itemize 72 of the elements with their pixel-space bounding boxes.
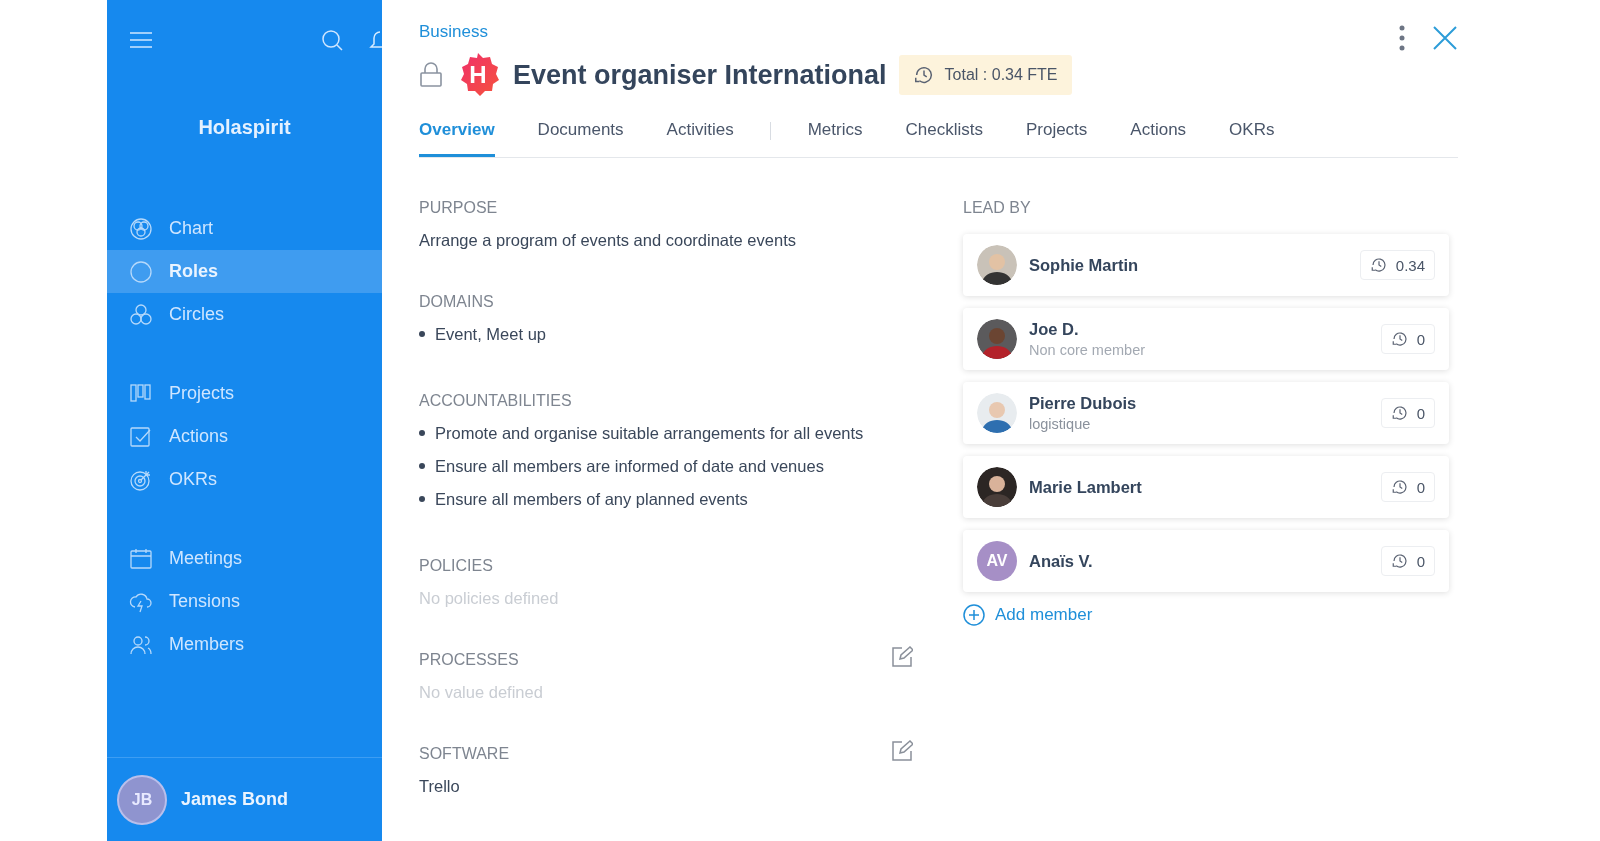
tab[interactable]: Activities — [666, 110, 734, 157]
role-title: Event organiser International — [513, 59, 887, 91]
bullet-icon — [419, 496, 425, 502]
fte-total: Total : 0.34 FTE — [944, 66, 1058, 84]
clock-icon — [1369, 256, 1388, 274]
fte-value: 0 — [1416, 552, 1425, 570]
fte-chip[interactable]: 0 — [1380, 324, 1435, 354]
clock-icon — [1390, 330, 1409, 348]
member-role: logistique — [1029, 416, 1092, 432]
member-card[interactable]: Marie Lambert 0 — [963, 456, 1449, 518]
circle-icon — [129, 259, 153, 284]
chart-icon — [129, 216, 153, 241]
section-heading: ACCOUNTABILITIES — [419, 391, 572, 411]
edit-icon[interactable] — [891, 646, 913, 668]
checkbox-icon — [129, 424, 153, 449]
bullet-icon — [419, 331, 425, 337]
search-icon[interactable] — [320, 28, 344, 52]
section-heading: PROCESSES — [419, 650, 519, 670]
section-text: Arrange a program of events and coordinate events — [419, 230, 797, 251]
initials-avatar: AV — [977, 541, 1017, 581]
brand-name: Holaspirit — [197, 116, 292, 139]
clock-icon — [1390, 478, 1409, 496]
calendar-icon — [129, 546, 153, 571]
member-name: Anaïs V. — [1029, 551, 1093, 571]
member-name: Joe D. — [1029, 320, 1080, 339]
list-item: Event, Meet up — [435, 324, 546, 345]
edit-icon[interactable] — [891, 740, 913, 762]
section-heading: POLICIES — [419, 556, 493, 576]
tab[interactable]: Overview — [419, 110, 495, 157]
list-item: Ensure all members of any planned events — [435, 489, 748, 510]
section-heading: DOMAINS — [419, 292, 494, 312]
section-heading: PURPOSE — [419, 198, 498, 218]
fte-chip[interactable]: 0 — [1380, 472, 1435, 502]
member-card[interactable]: Joe D. Non core member 0 — [963, 308, 1449, 370]
tab[interactable]: Metrics — [807, 110, 863, 157]
more-icon[interactable] — [1398, 24, 1406, 52]
breadcrumb-link[interactable]: Business — [419, 22, 488, 42]
section-heading: LEAD BY — [963, 198, 1031, 218]
clock-icon — [912, 64, 935, 86]
tab[interactable]: OKRs — [1229, 110, 1275, 157]
member-name: Pierre Dubois — [1029, 394, 1137, 413]
close-icon[interactable] — [1432, 25, 1458, 51]
member-name: Sophie Martin — [1029, 255, 1139, 275]
lock-icon — [419, 62, 443, 88]
member-card[interactable]: Sophie Martin 0.34 — [963, 234, 1449, 296]
fte-chip[interactable]: 0.34 — [1359, 250, 1435, 280]
member-card[interactable]: Pierre Dubois logistique 0 — [963, 382, 1449, 444]
add-member-button[interactable]: Add member — [963, 604, 1093, 626]
user-name: James Bond — [181, 789, 289, 810]
tab[interactable]: Actions — [1130, 110, 1187, 157]
section-text: Trello — [419, 776, 461, 797]
fte-chip[interactable]: 0 — [1380, 398, 1435, 428]
list-item: Ensure all members are informed of date and venues — [435, 456, 824, 477]
fte-chip[interactable]: 0 — [1380, 546, 1435, 576]
bullet-icon — [419, 430, 425, 436]
member-name: Marie Lambert — [1029, 477, 1142, 497]
bullet-icon — [419, 463, 425, 469]
section-heading: SOFTWARE — [419, 744, 510, 764]
tab[interactable]: Checklists — [905, 110, 983, 157]
member-card[interactable]: AV Anaïs V. 0 — [963, 530, 1449, 592]
fte-value: 0 — [1416, 478, 1425, 496]
clock-icon — [1390, 552, 1409, 570]
fte-value: 0 — [1416, 404, 1425, 422]
member-role: Non core member — [1029, 342, 1146, 358]
tab[interactable]: Documents — [537, 110, 624, 157]
plus-icon — [963, 604, 985, 626]
tab[interactable]: Projects — [1025, 110, 1088, 157]
fte-value: 0.34 — [1395, 256, 1425, 274]
clock-icon — [1390, 404, 1409, 422]
circles-icon — [129, 302, 153, 327]
list-item: Promote and organise suitable arrangements for all events — [435, 423, 864, 444]
fte-value: 0 — [1416, 330, 1425, 348]
